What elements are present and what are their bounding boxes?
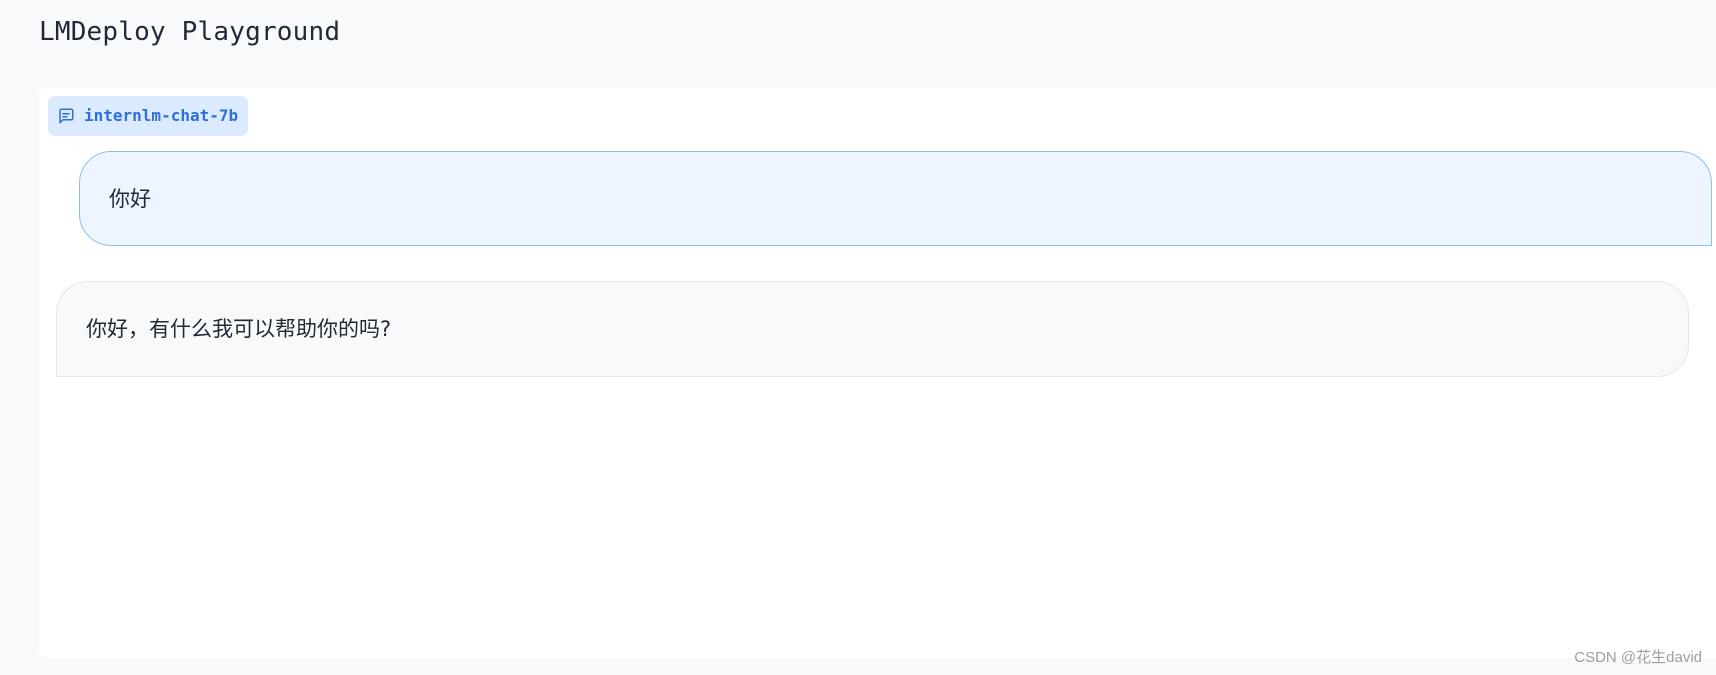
watermark: CSDN @花生david (1574, 649, 1702, 666)
user-message[interactable]: 你好 (79, 151, 1712, 246)
chatbot-panel[interactable]: internlm-chat-7b 你好 你好，有什么我可以帮助你的吗? (39, 87, 1716, 658)
chatbot-model-label: internlm-chat-7b (48, 96, 249, 136)
user-message-text: 你好 (109, 186, 151, 211)
assistant-message-text: 你好，有什么我可以帮助你的吗? (86, 317, 392, 341)
assistant-message[interactable]: 你好，有什么我可以帮助你的吗? (56, 281, 1689, 377)
app-title: LMDeploy Playground (39, 17, 341, 47)
chat-bubble-icon (57, 107, 75, 125)
model-name: internlm-chat-7b (84, 106, 239, 125)
